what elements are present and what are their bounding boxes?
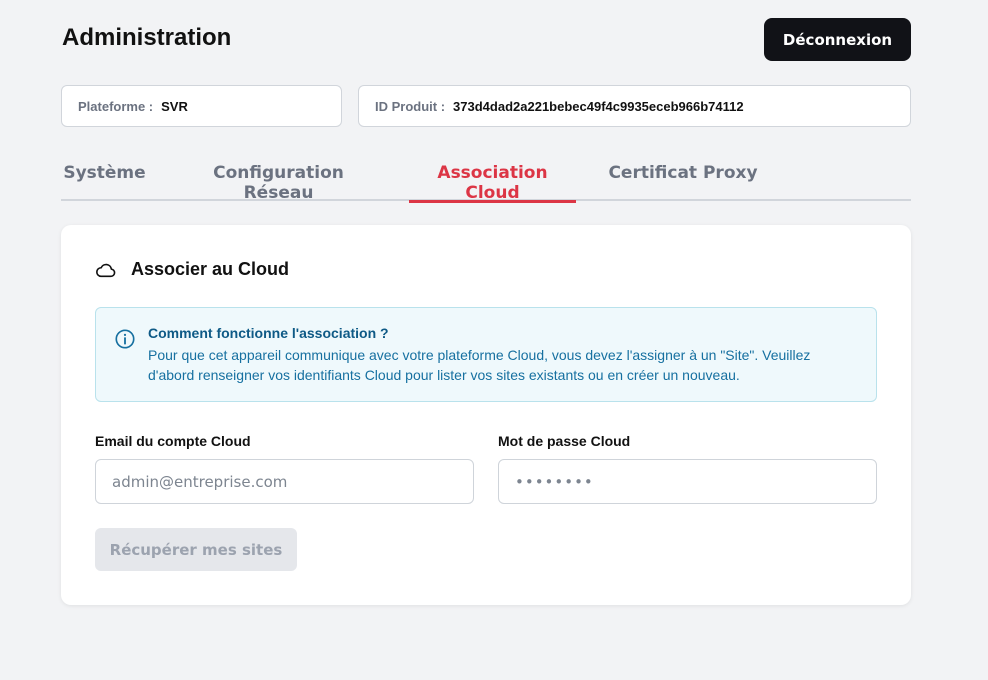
cloud-icon <box>96 263 116 277</box>
card-title: Associer au Cloud <box>131 259 290 279</box>
tab-bar: Système Configuration Réseau Association… <box>61 155 911 203</box>
logout-button[interactable]: Déconnexion <box>764 18 911 61</box>
fetch-sites-button[interactable]: Récupérer mes sites <box>95 528 297 571</box>
tab-proxy-certificate[interactable]: Certificat Proxy <box>607 155 759 201</box>
email-label: Email du compte Cloud <box>95 433 251 449</box>
alert-text: Pour que cet appareil communique avec vo… <box>148 347 811 383</box>
info-alert: Comment fonctionne l'association ? Pour … <box>95 307 877 402</box>
card-header: Associer au Cloud <box>95 259 289 280</box>
password-field[interactable] <box>498 459 877 504</box>
alert-title: Comment fonctionne l'association ? <box>148 325 389 341</box>
product-id-value: 373d4dad2a221bebec49f4c9935eceb966b74112 <box>453 98 744 114</box>
tab-system[interactable]: Système <box>61 155 148 201</box>
platform-value: SVR <box>161 98 188 114</box>
tab-cloud-association[interactable]: Association Cloud <box>409 155 576 203</box>
product-id-info: ID Produit : 373d4dad2a221bebec49f4c9935… <box>358 85 911 127</box>
platform-label: Plateforme : <box>78 98 154 114</box>
info-icon <box>115 329 135 349</box>
cloud-association-card: Associer au Cloud Comment fonctionne l'a… <box>61 225 911 605</box>
page-title: Administration <box>62 24 232 51</box>
password-label: Mot de passe Cloud <box>498 433 631 449</box>
product-id-label: ID Produit : <box>375 98 446 114</box>
platform-info: Plateforme : SVR <box>61 85 342 127</box>
tab-network-config[interactable]: Configuration Réseau <box>179 155 378 203</box>
email-field[interactable] <box>95 459 474 504</box>
